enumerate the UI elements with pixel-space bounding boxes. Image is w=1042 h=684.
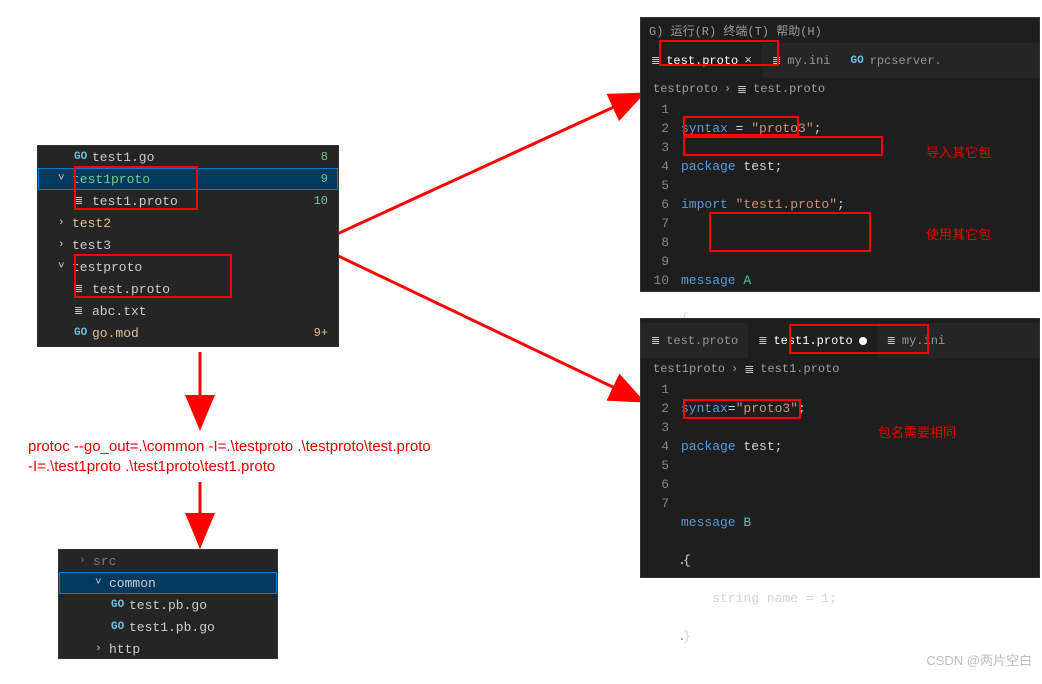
file-label: abc.txt — [92, 304, 338, 319]
folder-label: testproto — [72, 260, 338, 275]
breadcrumb-file: test1.proto — [760, 362, 839, 376]
go-icon: GO — [74, 151, 92, 163]
command-line-1: protoc --go_out=.\common -I=.\testproto … — [28, 437, 431, 457]
chevron-right-icon: › — [79, 555, 89, 567]
file-label: go.mod — [92, 326, 314, 341]
file-test1-go[interactable]: GO test1.go 8 — [38, 146, 338, 168]
code-area[interactable]: 1234567 syntax="proto3"; package test; m… — [641, 380, 1039, 684]
breadcrumb-folder: testproto — [653, 82, 718, 96]
folder-test2[interactable]: › test2 — [38, 212, 338, 234]
breadcrumb[interactable]: testproto › ≣ test.proto — [641, 78, 1039, 100]
editor-test1-proto: ≣ test.proto ≣ test1.proto ≣ my.ini test… — [640, 318, 1040, 578]
proto-icon: ≣ — [651, 54, 660, 68]
breadcrumb[interactable]: test1proto › ≣ test1.proto — [641, 358, 1039, 380]
folder-label: common — [109, 576, 277, 591]
chevron-right-icon: › — [724, 82, 731, 96]
chevron-right-icon: › — [95, 643, 105, 655]
file-label: test1.pb.go — [129, 620, 277, 635]
chevron-down-icon: ˅ — [58, 261, 68, 273]
close-icon[interactable]: × — [744, 53, 752, 68]
file-label: test1.proto — [92, 194, 314, 209]
file-test-pb-go[interactable]: GO test.pb.go — [59, 594, 277, 616]
protoc-command: protoc --go_out=.\common -I=.\testproto … — [28, 437, 431, 477]
chevron-right-icon: › — [731, 362, 738, 376]
folder-test1proto[interactable]: ˅ test1proto 9 — [38, 168, 338, 190]
file-label: test.proto — [92, 282, 338, 297]
command-line-2: -I=.\test1proto .\test1proto\test1.proto — [28, 457, 431, 477]
watermark: CSDN @两片空白 — [926, 650, 1032, 669]
folder-label: test2 — [72, 216, 338, 231]
file-label: test1.go — [92, 150, 321, 165]
menu-bar[interactable]: G) 运行(R) 终端(T) 帮助(H) — [641, 18, 1039, 43]
chevron-right-icon: › — [58, 239, 68, 251]
tab-bar: ≣ test.proto × ≣ my.ini GO rpcserver. — [641, 43, 1039, 78]
tab-test1-proto[interactable]: ≣ test1.proto — [748, 323, 876, 358]
file-test1-pb-go[interactable]: GO test1.pb.go — [59, 616, 277, 638]
folder-src[interactable]: › src — [59, 550, 277, 572]
txt-icon: ≣ — [887, 334, 896, 348]
file-test-proto[interactable]: ≣ test.proto — [38, 278, 338, 300]
proto-icon: ≣ — [758, 334, 767, 348]
annotation-same-package: 包名需要相同 — [878, 422, 956, 441]
go-icon: GO — [111, 621, 129, 633]
folder-http[interactable]: › http — [59, 638, 277, 660]
line-gutter: 1234567 — [641, 380, 681, 684]
annotation-import: 导入其它包 — [926, 142, 991, 161]
tab-label: my.ini — [787, 54, 830, 68]
folder-testproto[interactable]: ˅ testproto — [38, 256, 338, 278]
file-test1-proto[interactable]: ≣ test1.proto 10 — [38, 190, 338, 212]
file-label: test.pb.go — [129, 598, 277, 613]
tab-my-ini[interactable]: ≣ my.ini — [762, 43, 840, 78]
git-badge: 10 — [314, 194, 328, 208]
txt-icon: ≣ — [74, 304, 92, 318]
folder-label: test3 — [72, 238, 338, 253]
unsaved-dot-icon — [859, 337, 867, 345]
chevron-down-icon: ˅ — [95, 577, 105, 589]
tab-label: rpcserver. — [870, 54, 942, 68]
tab-my-ini[interactable]: ≣ my.ini — [877, 323, 955, 358]
folder-label: http — [109, 642, 277, 657]
chevron-down-icon: ˅ — [58, 173, 68, 185]
txt-icon: ≣ — [772, 54, 781, 68]
tab-label: test.proto — [666, 334, 738, 348]
proto-icon: ≣ — [74, 194, 92, 208]
file-go-mod[interactable]: GO go.mod 9+ — [38, 322, 338, 344]
go-icon: GO — [111, 599, 129, 611]
tab-label: my.ini — [902, 334, 945, 348]
git-badge: 9 — [321, 172, 328, 186]
tab-test-proto[interactable]: ≣ test.proto — [641, 323, 748, 358]
git-badge: 9+ — [314, 326, 328, 340]
tab-label: test.proto — [666, 54, 738, 68]
tab-rpcserver[interactable]: GO rpcserver. — [840, 43, 951, 78]
proto-icon: ≣ — [744, 362, 754, 377]
folder-test3[interactable]: › test3 — [38, 234, 338, 256]
proto-icon: ≣ — [74, 282, 92, 296]
file-abc-txt[interactable]: ≣ abc.txt — [38, 300, 338, 322]
go-icon: GO — [74, 327, 92, 339]
chevron-right-icon: › — [58, 217, 68, 229]
breadcrumb-folder: test1proto — [653, 362, 725, 376]
go-icon: GO — [850, 55, 863, 67]
folder-label: test1proto — [72, 172, 321, 187]
tab-label: test1.proto — [773, 334, 852, 348]
tab-bar: ≣ test.proto ≣ test1.proto ≣ my.ini — [641, 323, 1039, 358]
breadcrumb-file: test.proto — [753, 82, 825, 96]
tab-test-proto[interactable]: ≣ test.proto × — [641, 43, 762, 78]
code-content[interactable]: syntax="proto3"; package test; message B… — [681, 380, 1039, 684]
proto-icon: ≣ — [737, 82, 747, 97]
proto-icon: ≣ — [651, 334, 660, 348]
file-explorer-2: › src ˅ common GO test.pb.go GO test1.pb… — [58, 549, 278, 659]
git-badge: 8 — [321, 150, 328, 164]
annotation-use: 使用其它包 — [926, 224, 991, 243]
file-explorer-1: GO test1.go 8 ˅ test1proto 9 ≣ test1.pro… — [37, 145, 339, 347]
folder-label: src — [93, 554, 277, 569]
folder-common[interactable]: ˅ common — [59, 572, 277, 594]
